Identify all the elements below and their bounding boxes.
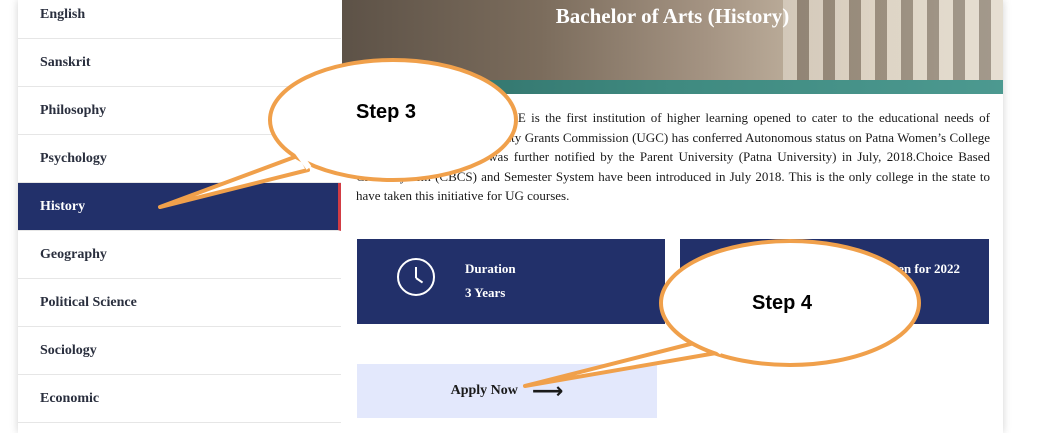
sidebar-item-label: Economic [40, 390, 100, 406]
banner-teal-band [342, 80, 1003, 94]
apply-now-label: Apply Now [450, 383, 518, 398]
duration-value: 3 Years [465, 285, 506, 300]
sidebar-item-label: Political Science [40, 294, 137, 310]
sidebar-item-label: Sanskrit [40, 54, 91, 70]
course-banner: Bachelor of Arts (History) [342, 0, 1003, 94]
course-content: Bachelor of Arts (History) PATNA WOMEN'S… [342, 0, 1003, 433]
sidebar-item-label: Sociology [40, 342, 97, 358]
admission-status: Admission Open for 2022 [819, 261, 960, 276]
step4-label: Step 4 [752, 292, 813, 314]
sidebar-item-label: Psychology [40, 150, 107, 166]
page-title: Bachelor of Arts (History) [555, 4, 790, 28]
sidebar-item-history[interactable]: History [18, 183, 341, 231]
sidebar-item-english[interactable]: English [18, 0, 341, 39]
duration-label: Duration [465, 261, 516, 276]
sidebar-item-economic[interactable]: Economic [18, 375, 341, 423]
apply-now-button[interactable]: Apply Now ⟶ [357, 364, 657, 418]
sidebar-nav: English Sanskrit Philosophy Psychology H… [18, 0, 341, 433]
arrow-right-icon: ⟶ [531, 378, 564, 404]
sidebar-item-label: English [40, 6, 86, 22]
course-description: PATNA WOMEN'S COLLEGE is the first insti… [356, 110, 990, 203]
clock-icon [397, 258, 435, 296]
sidebar-item-geography[interactable]: Geography [18, 231, 341, 279]
sidebar-item-sanskrit[interactable]: Sanskrit [18, 39, 341, 87]
sidebar-item-label: History [40, 198, 86, 214]
sidebar-item-psychology[interactable]: Psychology [18, 135, 341, 183]
sidebar-item-political-science[interactable]: Political Science [18, 279, 341, 327]
sidebar-item-sociology[interactable]: Sociology [18, 327, 341, 375]
duration-card: Duration 3 Years [357, 239, 665, 324]
sidebar-item-label: Geography [40, 246, 107, 262]
sidebar-item-label: Philosophy [40, 102, 107, 118]
admission-card: Admission Open for 2022 [680, 239, 989, 324]
sidebar-item-philosophy[interactable]: Philosophy [18, 87, 341, 135]
step3-label: Step 3 [356, 101, 417, 123]
